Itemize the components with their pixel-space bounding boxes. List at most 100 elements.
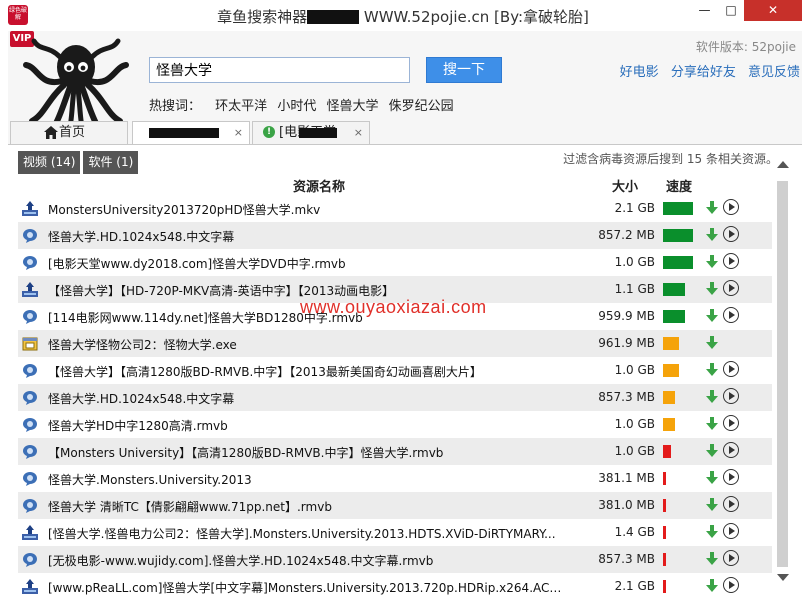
results-panel: 视频 (14) 软件 (1) 过滤含病毒资源后搜到 15 条相关资源。 资源名称 … xyxy=(8,144,802,608)
tab-search-result[interactable]: × xyxy=(132,121,250,144)
result-row[interactable]: 怪兽大学怪物公司2：怪物大学.exe 961.9 MB xyxy=(18,330,772,357)
play-icon[interactable] xyxy=(723,280,739,296)
result-row[interactable]: [怪兽大学.怪兽电力公司2：怪兽大学].Monsters.University.… xyxy=(18,519,772,546)
filter-software[interactable]: 软件 (1) xyxy=(83,151,139,174)
play-icon[interactable] xyxy=(723,388,739,404)
play-icon[interactable] xyxy=(723,523,739,539)
speed-bar xyxy=(663,526,666,539)
result-size: 961.9 MB xyxy=(598,336,655,350)
hot-word[interactable]: 怪兽大学 xyxy=(326,99,378,114)
download-icon[interactable] xyxy=(706,417,718,431)
play-icon[interactable] xyxy=(723,253,739,269)
window-title-suffix: WWW.52pojie.cn [By:拿破轮胎] xyxy=(359,8,589,26)
result-name[interactable]: 【Monsters University】【高清1280版BD-RMVB.中字】… xyxy=(48,444,568,461)
play-icon[interactable] xyxy=(723,415,739,431)
result-row[interactable]: 怪兽大学.HD.1024x548.中文字幕 857.2 MB xyxy=(18,222,772,249)
play-icon[interactable] xyxy=(723,577,739,593)
result-row[interactable]: 怪兽大学 清晰TC【倩影翩翩www.71pp.net】.rmvb 381.0 MB xyxy=(18,492,772,519)
play-icon[interactable] xyxy=(723,550,739,566)
download-icon[interactable] xyxy=(706,309,718,323)
play-icon[interactable] xyxy=(723,226,739,242)
version-label: 软件版本: 52pojie xyxy=(695,40,796,54)
result-size: 959.9 MB xyxy=(598,309,655,323)
tab-close-icon[interactable]: × xyxy=(234,122,243,143)
result-summary: 过滤含病毒资源后搜到 15 条相关资源。 xyxy=(563,152,778,166)
link-feedback[interactable]: 意见反馈 xyxy=(748,65,800,80)
home-icon xyxy=(44,126,58,139)
result-row[interactable]: 怪兽大学HD中字1280高清.rmvb 1.0 GB xyxy=(18,411,772,438)
result-name[interactable]: [无极电影-www.wujidy.com].怪兽大学.HD.1024x548.中… xyxy=(48,552,568,569)
hot-word[interactable]: 侏罗纪公园 xyxy=(389,99,454,114)
download-icon[interactable] xyxy=(706,336,718,350)
link-share[interactable]: 分享给好友 xyxy=(671,65,736,80)
download-icon[interactable] xyxy=(706,255,718,269)
ed2k-link-icon xyxy=(22,309,38,324)
close-button[interactable]: ✕ xyxy=(744,0,802,21)
result-row[interactable]: 怪兽大学.HD.1024x548.中文字幕 857.3 MB xyxy=(18,384,772,411)
category-filters: 视频 (14) 软件 (1) xyxy=(18,151,141,174)
result-name[interactable]: MonstersUniversity2013720pHD怪兽大学.mkv xyxy=(48,201,568,218)
search-button[interactable]: 搜一下 xyxy=(426,57,502,83)
download-icon[interactable] xyxy=(706,282,718,296)
tab-home-label: 首页 xyxy=(59,125,86,140)
result-name[interactable]: 怪兽大学 清晰TC【倩影翩翩www.71pp.net】.rmvb xyxy=(48,498,568,515)
column-size[interactable]: 大小 xyxy=(612,176,638,195)
result-name[interactable]: 【怪兽大学】【高清1280版BD-RMVB.中字】【2013最新美国奇幻动画喜剧… xyxy=(48,363,568,380)
result-name[interactable]: 怪兽大学.HD.1024x548.中文字幕 xyxy=(48,228,568,245)
link-good-movies[interactable]: 好电影 xyxy=(620,65,659,80)
scroll-up-icon[interactable] xyxy=(777,161,789,168)
result-name[interactable]: [www.pReaLL.com]怪兽大学[中文字幕]Monsters.Unive… xyxy=(48,579,568,596)
result-name[interactable]: 怪兽大学.HD.1024x548.中文字幕 xyxy=(48,390,568,407)
play-icon[interactable] xyxy=(723,307,739,323)
speed-bar xyxy=(663,337,679,350)
minimize-button[interactable]: — xyxy=(691,0,718,21)
result-row[interactable]: 【Monsters University】【高清1280版BD-RMVB.中字】… xyxy=(18,438,772,465)
download-icon[interactable] xyxy=(706,579,718,593)
download-icon[interactable] xyxy=(706,444,718,458)
scroll-thumb[interactable] xyxy=(777,181,788,567)
download-icon[interactable] xyxy=(706,201,718,215)
result-name[interactable]: 怪兽大学怪物公司2：怪物大学.exe xyxy=(48,336,568,353)
play-icon[interactable] xyxy=(723,469,739,485)
scroll-down-icon[interactable] xyxy=(777,574,789,581)
result-name[interactable]: [电影天堂www.dy2018.com]怪兽大学DVD中字.rmvb xyxy=(48,255,568,272)
column-name[interactable]: 资源名称 xyxy=(293,176,345,195)
result-name[interactable]: 怪兽大学HD中字1280高清.rmvb xyxy=(48,417,568,434)
result-row[interactable]: [电影天堂www.dy2018.com]怪兽大学DVD中字.rmvb 1.0 GB xyxy=(18,249,772,276)
window-title-prefix: 章鱼搜索神器 xyxy=(217,8,308,26)
result-row[interactable]: 怪兽大学.Monsters.University.2013 381.1 MB xyxy=(18,465,772,492)
result-row[interactable]: MonstersUniversity2013720pHD怪兽大学.mkv 2.1 … xyxy=(18,195,772,222)
result-size: 1.4 GB xyxy=(614,525,655,539)
download-icon[interactable] xyxy=(706,390,718,404)
tab-dytt[interactable]: ! [电影天堂 × xyxy=(252,121,370,144)
ed2k-link-icon xyxy=(22,228,38,243)
search-input[interactable] xyxy=(149,57,410,83)
column-speed[interactable]: 速度 xyxy=(666,176,692,195)
ed2k-link-icon xyxy=(22,444,38,459)
tab-home[interactable]: 首页 xyxy=(10,121,128,144)
vertical-scrollbar[interactable] xyxy=(772,157,794,588)
filter-video[interactable]: 视频 (14) xyxy=(18,151,81,174)
download-icon[interactable] xyxy=(706,552,718,566)
download-icon[interactable] xyxy=(706,471,718,485)
download-icon[interactable] xyxy=(706,228,718,242)
result-row[interactable]: [www.pReaLL.com]怪兽大学[中文字幕]Monsters.Unive… xyxy=(18,573,772,600)
hot-word[interactable]: 小时代 xyxy=(277,99,316,114)
play-icon[interactable] xyxy=(723,199,739,215)
maximize-button[interactable]: □ xyxy=(718,0,744,21)
speed-bar xyxy=(663,310,685,323)
play-icon[interactable] xyxy=(723,496,739,512)
ed2k-link-icon xyxy=(22,471,38,486)
result-row[interactable]: [无极电影-www.wujidy.com].怪兽大学.HD.1024x548.中… xyxy=(18,546,772,573)
result-name[interactable]: 怪兽大学.Monsters.University.2013 xyxy=(48,471,568,488)
play-icon[interactable] xyxy=(723,442,739,458)
result-row[interactable]: 【怪兽大学】【高清1280版BD-RMVB.中字】【2013最新美国奇幻动画喜剧… xyxy=(18,357,772,384)
results-list: MonstersUniversity2013720pHD怪兽大学.mkv 2.1 … xyxy=(18,195,772,600)
play-icon[interactable] xyxy=(723,361,739,377)
download-icon[interactable] xyxy=(706,525,718,539)
download-icon[interactable] xyxy=(706,498,718,512)
result-name[interactable]: [怪兽大学.怪兽电力公司2：怪兽大学].Monsters.University.… xyxy=(48,525,568,542)
hot-word[interactable]: 环太平洋 xyxy=(215,99,267,114)
tab-close-icon[interactable]: × xyxy=(354,122,363,143)
download-icon[interactable] xyxy=(706,363,718,377)
